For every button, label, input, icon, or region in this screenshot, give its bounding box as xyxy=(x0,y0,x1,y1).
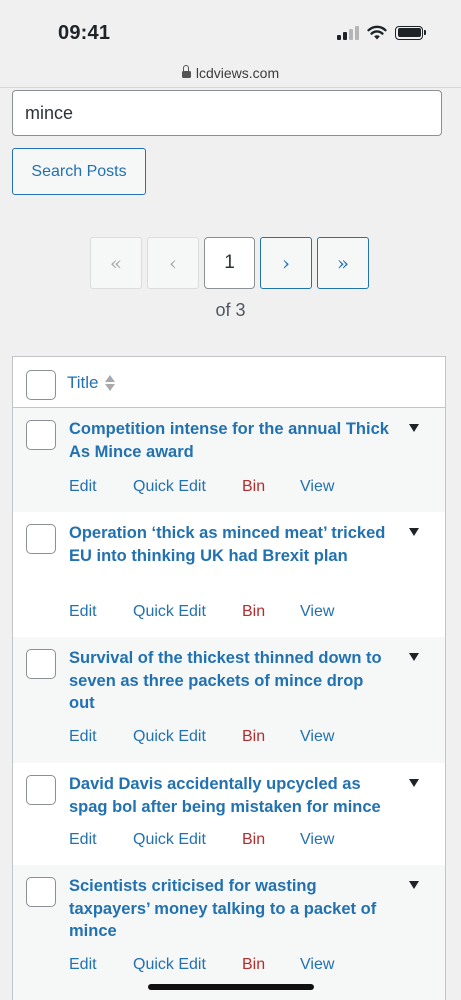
view-link[interactable]: View xyxy=(300,956,334,974)
quick-edit-link[interactable]: Quick Edit xyxy=(133,728,206,746)
title-column-header[interactable]: Title xyxy=(67,373,115,393)
row-checkbox[interactable] xyxy=(26,877,56,907)
view-link[interactable]: View xyxy=(300,831,334,849)
post-title-link[interactable]: Scientists criticised for wasting taxpay… xyxy=(69,875,391,943)
current-page-input[interactable]: 1 xyxy=(204,237,255,289)
lock-icon xyxy=(181,65,191,79)
post-title-link[interactable]: Operation ‘thick as minced meat’ tricked… xyxy=(69,522,391,567)
view-link[interactable]: View xyxy=(300,478,334,496)
wifi-icon xyxy=(367,25,387,40)
table-header: Title xyxy=(13,357,445,408)
edit-link[interactable]: Edit xyxy=(69,728,97,746)
post-title-link[interactable]: Competition intense for the annual Thick… xyxy=(69,418,391,463)
previous-page-button: ‹ xyxy=(147,237,199,289)
next-page-button[interactable]: › xyxy=(260,237,312,289)
view-link[interactable]: View xyxy=(300,603,334,621)
first-page-button: « xyxy=(90,237,142,289)
row-checkbox[interactable] xyxy=(26,649,56,679)
cellular-signal-icon xyxy=(337,25,359,40)
bin-link[interactable]: Bin xyxy=(242,956,265,974)
select-all-checkbox[interactable] xyxy=(26,370,56,400)
toggle-row-icon[interactable] xyxy=(409,881,419,889)
pagination: « ‹ 1 › » xyxy=(0,237,461,289)
last-page-button[interactable]: » xyxy=(317,237,369,289)
bin-link[interactable]: Bin xyxy=(242,831,265,849)
toggle-row-icon[interactable] xyxy=(409,653,419,661)
quick-edit-link[interactable]: Quick Edit xyxy=(133,478,206,496)
edit-link[interactable]: Edit xyxy=(69,831,97,849)
search-posts-button[interactable]: Search Posts xyxy=(12,148,146,195)
post-title-link[interactable]: Survival of the thickest thinned down to… xyxy=(69,647,391,715)
view-link[interactable]: View xyxy=(300,728,334,746)
bin-link[interactable]: Bin xyxy=(242,478,265,496)
title-column-label: Title xyxy=(67,373,99,392)
status-bar: 09:41 xyxy=(0,0,461,58)
quick-edit-link[interactable]: Quick Edit xyxy=(133,831,206,849)
edit-link[interactable]: Edit xyxy=(69,478,97,496)
table-row: Scientists criticised for wasting taxpay… xyxy=(13,865,445,1000)
battery-icon xyxy=(395,25,426,40)
home-indicator[interactable] xyxy=(148,984,314,990)
url-bar[interactable]: lcdviews.com xyxy=(0,58,461,88)
bin-link[interactable]: Bin xyxy=(242,603,265,621)
table-row: David Davis accidentally upcycled as spa… xyxy=(13,763,445,865)
edit-link[interactable]: Edit xyxy=(69,956,97,974)
status-icons xyxy=(337,25,426,40)
quick-edit-link[interactable]: Quick Edit xyxy=(133,603,206,621)
posts-table: Title Competition intense for the annual… xyxy=(12,356,446,1000)
bin-link[interactable]: Bin xyxy=(242,728,265,746)
quick-edit-link[interactable]: Quick Edit xyxy=(133,956,206,974)
row-checkbox[interactable] xyxy=(26,420,56,450)
sort-icon xyxy=(104,375,115,391)
toggle-row-icon[interactable] xyxy=(409,424,419,432)
table-row: Operation ‘thick as minced meat’ tricked… xyxy=(13,512,445,637)
search-input[interactable] xyxy=(12,90,442,136)
row-checkbox[interactable] xyxy=(26,524,56,554)
edit-link[interactable]: Edit xyxy=(69,603,97,621)
url-text: lcdviews.com xyxy=(195,64,280,81)
row-checkbox[interactable] xyxy=(26,775,56,805)
table-row: Competition intense for the annual Thick… xyxy=(13,408,445,512)
table-row: Survival of the thickest thinned down to… xyxy=(13,637,445,763)
post-title-link[interactable]: David Davis accidentally upcycled as spa… xyxy=(69,773,391,818)
toggle-row-icon[interactable] xyxy=(409,528,419,536)
status-time: 09:41 xyxy=(58,22,111,44)
screen: 09:41 lcdviews.com Search Posts « ‹ 1 xyxy=(0,0,461,1000)
toggle-row-icon[interactable] xyxy=(409,779,419,787)
total-pages-label: of 3 xyxy=(215,300,246,320)
